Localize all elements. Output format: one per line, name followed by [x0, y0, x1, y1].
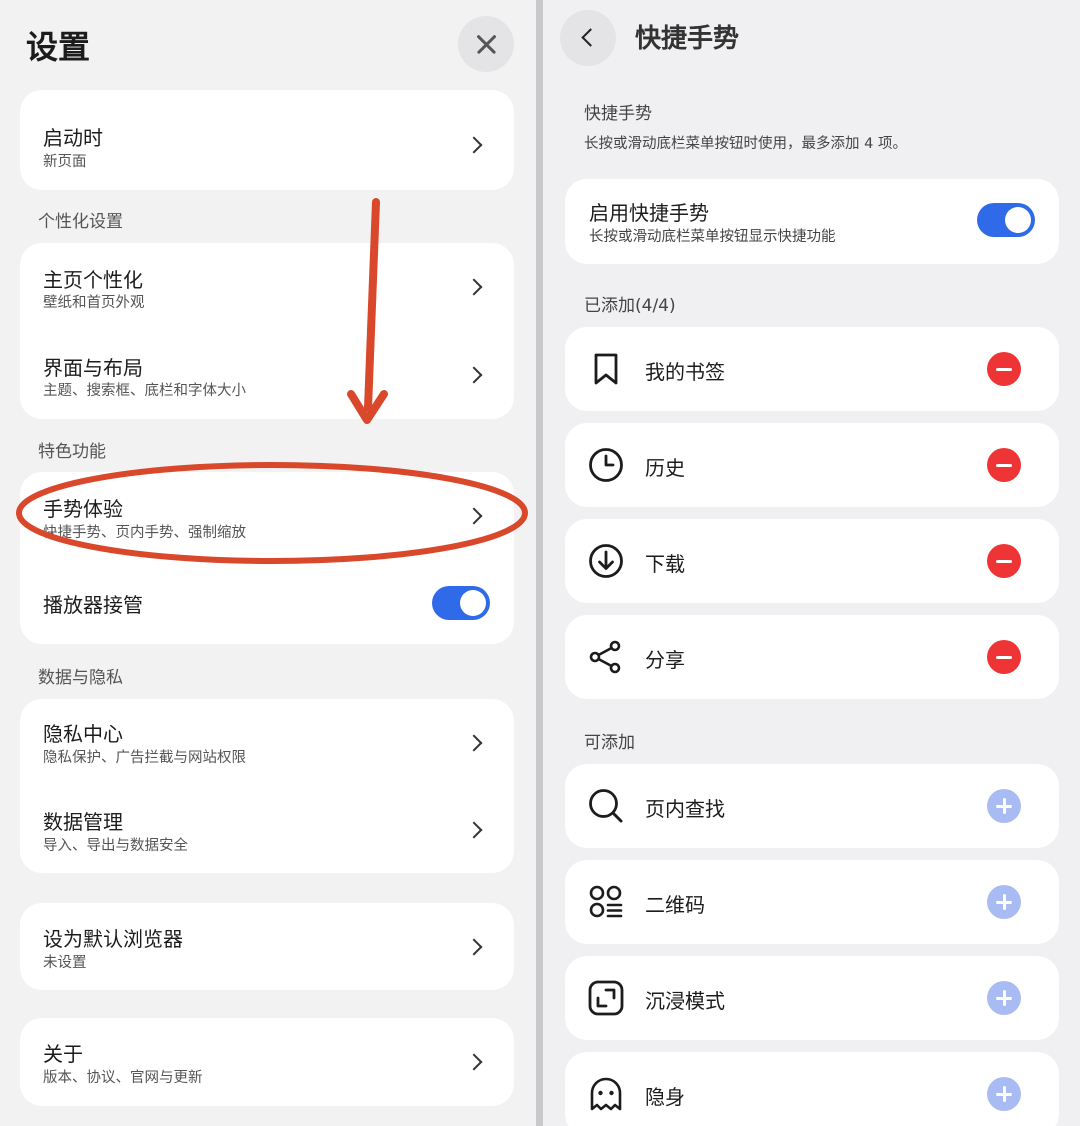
added-item-download[interactable]: 下载	[565, 519, 1059, 603]
page-title: 快捷手势	[635, 24, 740, 54]
about-title: 关于	[43, 1042, 83, 1066]
item-name: 隐身	[645, 1085, 685, 1109]
default-browser-card: 设为默认浏览器 未设置	[20, 903, 514, 990]
chevron-left-icon	[581, 28, 600, 47]
quick-gesture-panel: 快捷手势 快捷手势 长按或滑动底栏菜单按钮时使用，最多添加 4 项。 启用快捷手…	[543, 0, 1080, 1126]
ghost-icon	[590, 1077, 622, 1111]
close-button[interactable]	[458, 16, 514, 72]
download-icon	[589, 544, 623, 578]
layout-subtitle: 主题、搜索框、底栏和字体大小	[43, 383, 246, 399]
gesture-title: 手势体验	[43, 497, 123, 521]
bookmark-icon	[594, 353, 618, 385]
default-browser-item[interactable]: 设为默认浏览器 未设置	[20, 903, 514, 990]
available-item-find[interactable]: 页内查找	[565, 764, 1059, 848]
qrcode-icon	[589, 885, 623, 918]
item-name: 页内查找	[645, 797, 725, 821]
available-label: 可添加	[584, 733, 635, 753]
section-privacy: 数据与隐私	[38, 668, 123, 688]
share-icon	[589, 640, 621, 674]
item-name: 我的书签	[645, 360, 725, 384]
privacy-subtitle: 隐私保护、广告拦截与网站权限	[43, 750, 246, 766]
player-title: 播放器接管	[43, 593, 143, 617]
remove-button[interactable]	[987, 544, 1021, 578]
personal-card: 主页个性化 壁纸和首页外观 界面与布局 主题、搜索框、底栏和字体大小	[20, 243, 514, 419]
enable-card: 启用快捷手势 长按或滑动底栏菜单按钮显示快捷功能	[565, 179, 1059, 264]
player-item: 播放器接管	[20, 560, 514, 644]
add-button[interactable]	[987, 981, 1021, 1015]
home-subtitle: 壁纸和首页外观	[43, 295, 145, 311]
added-label: 已添加(4/4)	[584, 296, 676, 316]
chevron-right-icon	[465, 278, 483, 296]
added-item-bookmark[interactable]: 我的书签	[565, 327, 1059, 411]
section-features: 特色功能	[38, 442, 106, 462]
privacy-title: 隐私中心	[43, 722, 123, 746]
enable-toggle[interactable]	[977, 203, 1035, 237]
home-item[interactable]: 主页个性化 壁纸和首页外观	[20, 243, 514, 331]
add-button[interactable]	[987, 885, 1021, 919]
header-label: 快捷手势	[584, 104, 652, 124]
chevron-right-icon	[465, 734, 483, 752]
clock-icon	[589, 448, 623, 482]
item-name: 下载	[645, 552, 685, 576]
toggle-knob	[460, 590, 486, 616]
default-browser-title: 设为默认浏览器	[43, 927, 183, 951]
startup-card: 启动时 新页面	[20, 90, 514, 190]
remove-button[interactable]	[987, 448, 1021, 482]
added-item-share[interactable]: 分享	[565, 615, 1059, 699]
item-name: 历史	[645, 456, 685, 480]
back-button[interactable]	[560, 10, 616, 66]
gesture-subtitle: 快捷手势、页内手势、强制缩放	[43, 525, 246, 541]
layout-title: 界面与布局	[43, 356, 143, 380]
section-personal: 个性化设置	[38, 212, 123, 232]
about-item[interactable]: 关于 版本、协议、官网与更新	[20, 1018, 514, 1106]
enable-title: 启用快捷手势	[589, 201, 709, 225]
startup-subtitle: 新页面	[43, 154, 87, 170]
gesture-item[interactable]: 手势体验 快捷手势、页内手势、强制缩放	[20, 472, 514, 560]
features-card: 手势体验 快捷手势、页内手势、强制缩放 播放器接管	[20, 472, 514, 644]
add-button[interactable]	[987, 789, 1021, 823]
header-desc: 长按或滑动底栏菜单按钮时使用，最多添加 4 项。	[584, 136, 907, 152]
chevron-right-icon	[465, 1053, 483, 1071]
added-item-history[interactable]: 历史	[565, 423, 1059, 507]
about-card: 关于 版本、协议、官网与更新	[20, 1018, 514, 1106]
item-name: 分享	[645, 648, 685, 672]
startup-title: 启动时	[43, 126, 103, 150]
remove-button[interactable]	[987, 640, 1021, 674]
data-item[interactable]: 数据管理 导入、导出与数据安全	[20, 786, 514, 873]
about-subtitle: 版本、协议、官网与更新	[43, 1070, 203, 1086]
remove-button[interactable]	[987, 352, 1021, 386]
layout-item[interactable]: 界面与布局 主题、搜索框、底栏和字体大小	[20, 331, 514, 419]
available-item-immersive[interactable]: 沉浸模式	[565, 956, 1059, 1040]
search-icon	[589, 789, 623, 823]
chevron-right-icon	[465, 366, 483, 384]
privacy-card: 隐私中心 隐私保护、广告拦截与网站权限 数据管理 导入、导出与数据安全	[20, 699, 514, 873]
player-toggle[interactable]	[432, 586, 490, 620]
toggle-knob	[1005, 207, 1031, 233]
settings-panel: 设置 启动时 新页面 个性化设置 主页个性化 壁纸和首页外观 界面与布局 主题、…	[0, 0, 536, 1126]
available-item-incognito[interactable]: 隐身	[565, 1052, 1059, 1126]
chevron-right-icon	[465, 507, 483, 525]
item-name: 二维码	[645, 893, 705, 917]
chevron-right-icon	[465, 136, 483, 154]
data-title: 数据管理	[43, 810, 123, 834]
data-subtitle: 导入、导出与数据安全	[43, 838, 188, 854]
privacy-item[interactable]: 隐私中心 隐私保护、广告拦截与网站权限	[20, 699, 514, 786]
immersive-icon	[588, 980, 624, 1016]
home-title: 主页个性化	[43, 268, 143, 292]
split-divider[interactable]	[536, 0, 543, 1126]
enable-subtitle: 长按或滑动底栏菜单按钮显示快捷功能	[589, 229, 836, 245]
item-name: 沉浸模式	[645, 989, 725, 1013]
startup-item[interactable]: 启动时 新页面	[20, 90, 514, 190]
chevron-right-icon	[465, 821, 483, 839]
page-title: 设置	[26, 28, 91, 66]
default-browser-subtitle: 未设置	[43, 955, 87, 971]
add-button[interactable]	[987, 1077, 1021, 1111]
available-item-qrcode[interactable]: 二维码	[565, 860, 1059, 944]
chevron-right-icon	[465, 938, 483, 956]
